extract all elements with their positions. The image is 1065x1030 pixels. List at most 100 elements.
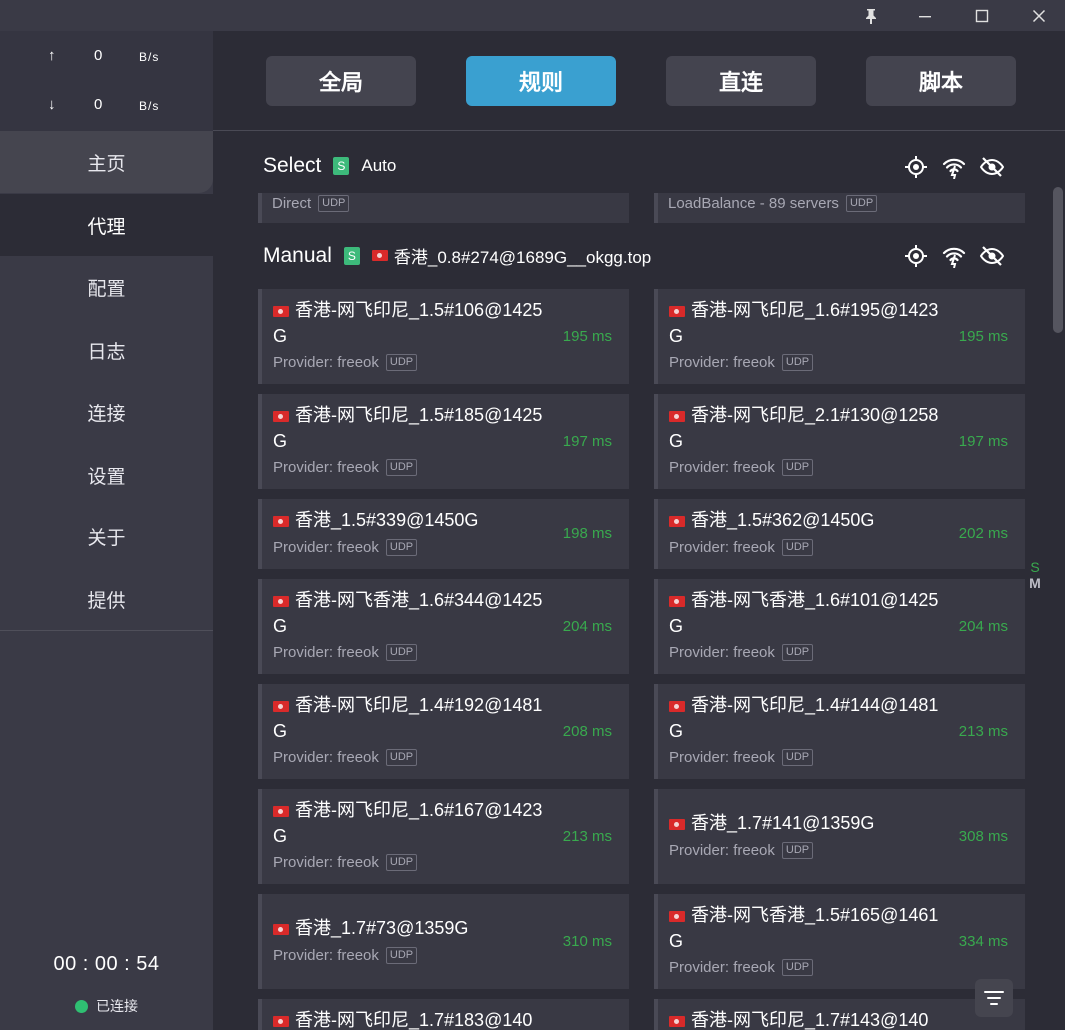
close-icon[interactable] bbox=[1019, 0, 1059, 31]
connection-status-label: 已连接 bbox=[96, 998, 138, 1014]
proxy-name: 香港-网飞印尼_2.1#130@1258G bbox=[669, 405, 939, 451]
mode-global-button[interactable]: 全局 bbox=[266, 56, 416, 106]
nav-item-proxies[interactable]: 代理 bbox=[0, 194, 213, 256]
maximize-icon[interactable] bbox=[962, 0, 1002, 31]
group-name: Manual bbox=[263, 243, 332, 267]
proxy-name: 香港-网飞香港_1.5#165@1461G bbox=[669, 905, 939, 951]
proxy-name: 香港-网飞印尼_1.5#106@1425G bbox=[273, 300, 543, 346]
locate-icon[interactable] bbox=[903, 154, 929, 180]
proxy-provider: Provider: freeok UDP bbox=[273, 354, 418, 371]
proxy-card[interactable]: 香港_1.7#73@1359G Provider: freeok UDP 310 … bbox=[258, 894, 629, 989]
pin-icon[interactable] bbox=[851, 0, 891, 31]
hk-flag-icon bbox=[669, 305, 685, 317]
proxy-delay[interactable]: 202 ms bbox=[959, 525, 1008, 542]
proxy-card[interactable]: 香港_1.7#141@1359G Provider: freeok UDP 308… bbox=[654, 789, 1025, 884]
proxy-card[interactable]: 香港-网飞印尼_1.7#183@140 bbox=[258, 999, 629, 1030]
proxy-delay[interactable]: 204 ms bbox=[959, 618, 1008, 635]
proxy-provider: Provider: freeok UDP bbox=[669, 539, 814, 556]
nav-item-label: 关于 bbox=[87, 527, 126, 549]
group-actions-manual bbox=[903, 243, 1005, 269]
group-header-manual[interactable]: Manual S 香港_0.8#274@1689G__okgg.top bbox=[263, 243, 651, 268]
proxy-provider: Provider: freeok UDP bbox=[669, 644, 814, 661]
download-unit: B/s bbox=[139, 99, 160, 113]
proxy-card[interactable]: 香港-网飞印尼_1.4#192@1481G Provider: freeok UD… bbox=[258, 684, 629, 779]
hk-flag-icon bbox=[669, 515, 685, 527]
proxy-card[interactable]: 香港_1.5#362@1450G Provider: freeok UDP 202… bbox=[654, 499, 1025, 569]
minimize-icon[interactable] bbox=[905, 0, 945, 31]
proxy-delay[interactable]: 213 ms bbox=[563, 828, 612, 845]
main-panel: 全局 规则 直连 脚本 Select S Auto Direct UDP Load… bbox=[213, 31, 1065, 1030]
group-header-select[interactable]: Select S Auto bbox=[263, 154, 396, 178]
proxy-card[interactable]: Direct UDP bbox=[258, 193, 629, 223]
proxy-card[interactable]: 香港-网飞印尼_1.7#143@140 bbox=[654, 999, 1025, 1030]
proxy-card[interactable]: 香港-网飞香港_1.6#344@1425G Provider: freeok UD… bbox=[258, 579, 629, 674]
nav-item-providers[interactable]: 提供 bbox=[0, 568, 213, 630]
proxy-provider: Provider: freeok UDP bbox=[273, 947, 418, 964]
locate-icon[interactable] bbox=[903, 243, 929, 269]
hk-flag-icon bbox=[273, 595, 289, 607]
proxy-name: 香港-网飞印尼_1.6#167@1423G bbox=[273, 800, 543, 846]
proxy-card[interactable]: LoadBalance - 89 servers UDP bbox=[654, 193, 1025, 223]
proxy-card[interactable]: 香港-网飞印尼_1.6#167@1423G Provider: freeok UD… bbox=[258, 789, 629, 884]
nav-item-label: 提供 bbox=[87, 590, 126, 612]
proxy-name: 香港-网飞印尼_1.7#183@140 bbox=[273, 1007, 549, 1030]
mode-script-button[interactable]: 脚本 bbox=[866, 56, 1016, 106]
nav-item-settings[interactable]: 设置 bbox=[0, 444, 213, 506]
proxy-delay[interactable]: 197 ms bbox=[959, 433, 1008, 450]
group-name: Select bbox=[263, 154, 322, 177]
hk-flag-icon bbox=[273, 1015, 289, 1027]
mode-direct-button[interactable]: 直连 bbox=[666, 56, 816, 106]
eye-off-icon[interactable] bbox=[979, 154, 1005, 180]
proxy-card[interactable]: 香港_1.5#339@1450G Provider: freeok UDP 198… bbox=[258, 499, 629, 569]
hk-flag-icon bbox=[273, 805, 289, 817]
proxy-delay[interactable]: 308 ms bbox=[959, 828, 1008, 845]
proxy-provider: Provider: freeok UDP bbox=[669, 459, 814, 476]
scrollbar-thumb[interactable] bbox=[1053, 187, 1063, 333]
hk-flag-icon bbox=[273, 410, 289, 422]
hk-flag-icon bbox=[273, 700, 289, 712]
proxy-delay[interactable]: 195 ms bbox=[959, 328, 1008, 345]
proxy-delay[interactable]: 334 ms bbox=[959, 933, 1008, 950]
proxy-name: 香港-网飞印尼_1.4#144@1481G bbox=[669, 695, 939, 741]
nav-item-label: 主页 bbox=[87, 153, 126, 175]
nav-item-logs[interactable]: 日志 bbox=[0, 319, 213, 381]
proxy-delay[interactable]: 213 ms bbox=[959, 723, 1008, 740]
hk-flag-icon bbox=[669, 595, 685, 607]
proxy-card[interactable]: 香港-网飞香港_1.6#101@1425G Provider: freeok UD… bbox=[654, 579, 1025, 674]
proxy-delay[interactable]: 198 ms bbox=[563, 525, 612, 542]
proxy-provider: Provider: freeok UDP bbox=[669, 354, 814, 371]
group-index-s[interactable]: S bbox=[1029, 559, 1041, 575]
proxy-delay[interactable]: 208 ms bbox=[563, 723, 612, 740]
proxy-card[interactable]: 香港-网飞印尼_1.5#185@1425G Provider: freeok UD… bbox=[258, 394, 629, 489]
group-index-m[interactable]: M bbox=[1029, 575, 1041, 591]
nav-item-home[interactable]: 主页 bbox=[0, 131, 213, 193]
proxy-delay[interactable]: 197 ms bbox=[563, 433, 612, 450]
speedtest-icon[interactable] bbox=[941, 154, 967, 180]
proxy-name: 香港_1.5#339@1450G bbox=[273, 507, 549, 533]
nav-item-connections[interactable]: 连接 bbox=[0, 381, 213, 443]
proxy-card[interactable]: 香港-网飞印尼_1.6#195@1423G Provider: freeok UD… bbox=[654, 289, 1025, 384]
proxy-card[interactable]: 香港-网飞印尼_1.4#144@1481G Provider: freeok UD… bbox=[654, 684, 1025, 779]
download-speed: ↓ 0 B/s bbox=[0, 96, 213, 116]
proxy-name: Direct UDP bbox=[272, 195, 350, 212]
connection-status: 已连接 bbox=[0, 996, 213, 1016]
traffic-speed-panel: ↑ 0 B/s ↓ 0 B/s bbox=[0, 31, 213, 131]
udp-tag: UDP bbox=[385, 644, 418, 661]
nav-item-profiles[interactable]: 配置 bbox=[0, 256, 213, 318]
mode-rule-button[interactable]: 规则 bbox=[466, 56, 616, 106]
speedtest-icon[interactable] bbox=[941, 243, 967, 269]
eye-off-icon[interactable] bbox=[979, 243, 1005, 269]
upload-speed: ↑ 0 B/s bbox=[0, 47, 213, 67]
proxy-delay[interactable]: 310 ms bbox=[563, 933, 612, 950]
proxy-card[interactable]: 香港-网飞香港_1.5#165@1461G Provider: freeok UD… bbox=[654, 894, 1025, 989]
udp-tag: UDP bbox=[781, 354, 814, 371]
proxy-provider: Provider: freeok UDP bbox=[669, 749, 814, 766]
filter-icon[interactable] bbox=[975, 979, 1013, 1017]
proxy-delay[interactable]: 204 ms bbox=[563, 618, 612, 635]
proxy-card[interactable]: 香港-网飞印尼_2.1#130@1258G Provider: freeok UD… bbox=[654, 394, 1025, 489]
proxy-delay[interactable]: 195 ms bbox=[563, 328, 612, 345]
proxy-card[interactable]: 香港-网飞印尼_1.5#106@1425G Provider: freeok UD… bbox=[258, 289, 629, 384]
proxy-name: LoadBalance - 89 servers UDP bbox=[668, 195, 878, 212]
nav-item-about[interactable]: 关于 bbox=[0, 505, 213, 567]
udp-tag: UDP bbox=[385, 749, 418, 766]
